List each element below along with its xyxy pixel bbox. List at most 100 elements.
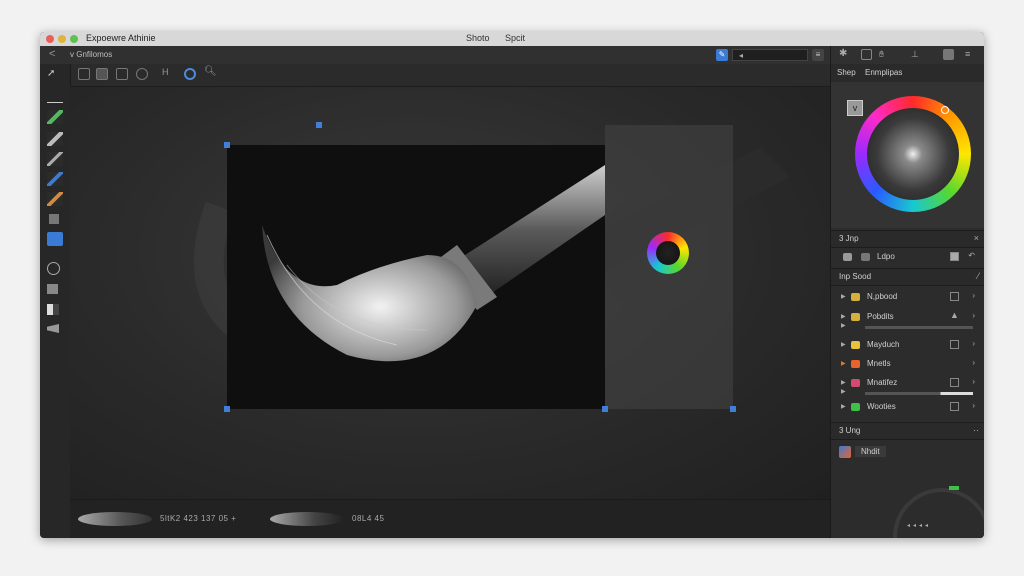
crop-tool-icon[interactable] <box>47 284 58 294</box>
search-icon[interactable]: 🔍︎ <box>204 66 217 78</box>
slider-row[interactable]: ▶ <box>831 388 984 398</box>
adjustment-row[interactable]: ▶ Wooties › <box>831 398 984 417</box>
brush-preview[interactable] <box>78 512 152 526</box>
paint-tool-icon[interactable] <box>47 192 63 206</box>
adjustment-label: Pobdits <box>867 312 894 321</box>
chevron-right-icon[interactable]: › <box>972 358 975 367</box>
eraser-tool-icon[interactable] <box>47 132 63 146</box>
adjustment-icon <box>851 341 860 349</box>
hand-icon[interactable]: ✋︎ <box>879 49 890 60</box>
zoom-icon[interactable] <box>184 68 196 80</box>
opacity-slider[interactable] <box>865 326 973 329</box>
adjustments-panel-header[interactable]: Inp Sood ⁄ <box>831 268 984 286</box>
square-icon[interactable] <box>861 49 872 60</box>
adjust-icon[interactable]: ⊥ <box>911 49 922 60</box>
fill-tool-icon[interactable] <box>49 214 59 224</box>
megaphone-icon[interactable] <box>47 324 59 333</box>
document-canvas[interactable] <box>227 145 605 409</box>
close-icon[interactable]: × <box>974 233 979 243</box>
selection-handle[interactable] <box>602 406 608 412</box>
effect-row[interactable]: Nhdit <box>831 442 984 462</box>
effect-icon <box>839 446 851 458</box>
adjustment-icon <box>851 313 860 321</box>
color-wheel-center[interactable] <box>867 108 959 200</box>
brush-status-bar: 5ltK2 423 137 05 + 08L4 45 <box>70 499 830 538</box>
bracket-icon[interactable]: H <box>162 67 174 79</box>
adjustment-row[interactable]: ▶ N,pbood › <box>831 288 984 307</box>
blend-slider[interactable] <box>865 392 973 395</box>
brush-preview-2[interactable] <box>270 512 344 526</box>
right-panels: ✱ ✋︎ ⊥ ≡ Shep Enmplipas v 3 Jnp × Ldpo ↶… <box>830 46 984 538</box>
adjustment-row[interactable]: ▶ Mnetls › <box>831 355 984 374</box>
panel-tabs: Shep Enmplipas <box>831 64 984 83</box>
selection-handle[interactable] <box>224 406 230 412</box>
brush-tool-icon[interactable] <box>47 152 63 166</box>
disclosure-arrow-icon[interactable]: ▶ <box>841 360 846 367</box>
mask-icon[interactable] <box>950 292 959 301</box>
color-swatch[interactable]: v <box>847 100 863 116</box>
disclosure-arrow-icon[interactable]: ▶ <box>841 403 846 410</box>
canvas-area[interactable] <box>70 87 830 499</box>
pen-tool-icon[interactable] <box>47 172 63 186</box>
disclosure-arrow-icon[interactable]: ▶ <box>841 293 846 300</box>
disclosure-arrow-icon[interactable]: ▶ <box>841 388 846 395</box>
bug-icon[interactable]: ✱ <box>839 48 850 59</box>
selection-handle[interactable] <box>316 122 322 128</box>
menu-item-shoto[interactable]: Shoto <box>466 33 490 43</box>
chevron-right-icon[interactable]: › <box>972 339 975 348</box>
slider-row[interactable]: ▶ <box>831 322 984 332</box>
speech-bubble-icon[interactable] <box>78 68 90 80</box>
more-icon[interactable]: ·· <box>973 425 979 435</box>
adjustment-icon <box>851 293 860 301</box>
chevron-right-icon[interactable]: › <box>972 401 975 410</box>
adjustment-row[interactable]: ▶ Mayduch › <box>831 336 984 355</box>
color-wheel[interactable] <box>855 96 971 212</box>
mask-icon[interactable] <box>950 340 959 349</box>
pen-icon[interactable]: ✎ <box>716 49 728 61</box>
panel-icon[interactable] <box>943 49 954 60</box>
warning-icon[interactable]: ▲ <box>950 310 959 320</box>
menu-item-spcit[interactable]: Spcit <box>505 33 525 43</box>
disclosure-arrow-icon[interactable]: ▶ <box>841 341 846 348</box>
disclosure-arrow-icon[interactable]: ▶ <box>841 313 846 320</box>
navigator-indicator <box>949 486 959 490</box>
tab-shep[interactable]: Shep <box>837 68 856 77</box>
chevron-right-icon[interactable]: › <box>972 291 975 300</box>
selection-handle[interactable] <box>730 406 736 412</box>
move-tool-icon[interactable]: ➚ <box>47 68 63 82</box>
mask-icon[interactable] <box>950 378 959 387</box>
layers-panel-title: 3 Jnp <box>839 234 859 243</box>
folder-icon[interactable] <box>96 68 108 80</box>
disclosure-arrow-icon[interactable]: ▶ <box>841 379 846 386</box>
hue-marker[interactable] <box>941 106 949 114</box>
view-icon[interactable] <box>136 68 148 80</box>
menu-icon[interactable]: ≡ <box>965 49 976 60</box>
mask-icon[interactable] <box>950 402 959 411</box>
minimize-window-button[interactable] <box>58 35 66 43</box>
lock-icon[interactable] <box>950 252 959 261</box>
back-button[interactable]: < <box>49 48 55 60</box>
mask-tool-icon[interactable] <box>47 304 59 315</box>
ellipse-tool-icon[interactable] <box>47 262 60 275</box>
zoom-window-button[interactable] <box>70 35 78 43</box>
close-window-button[interactable] <box>46 35 54 43</box>
rectangle-tool-icon[interactable] <box>47 232 63 246</box>
chevron-right-icon[interactable]: › <box>972 377 975 386</box>
edit-icon[interactable]: ⁄ <box>977 271 979 281</box>
document-title[interactable]: v Gnfilomos <box>70 50 112 59</box>
mode-dropdown[interactable]: ◂ <box>732 49 808 61</box>
layer-row[interactable]: Ldpo ↶ <box>831 248 984 267</box>
effects-panel-header[interactable]: 3 Ung ·· <box>831 422 984 440</box>
save-icon[interactable] <box>116 68 128 80</box>
select-tool-icon[interactable] <box>47 88 63 103</box>
tab-enmplipas[interactable]: Enmplipas <box>865 68 902 77</box>
image-icon <box>861 253 870 261</box>
gradient-tool-icon[interactable] <box>47 110 63 124</box>
navigator-ring[interactable] <box>893 488 984 538</box>
chevron-right-icon[interactable]: › <box>972 311 975 320</box>
undo-icon[interactable]: ↶ <box>968 251 975 260</box>
layers-icon[interactable]: ≡ <box>812 49 824 61</box>
disclosure-arrow-icon[interactable]: ▶ <box>841 322 846 329</box>
layers-panel-header[interactable]: 3 Jnp × <box>831 230 984 248</box>
selection-handle[interactable] <box>224 142 230 148</box>
